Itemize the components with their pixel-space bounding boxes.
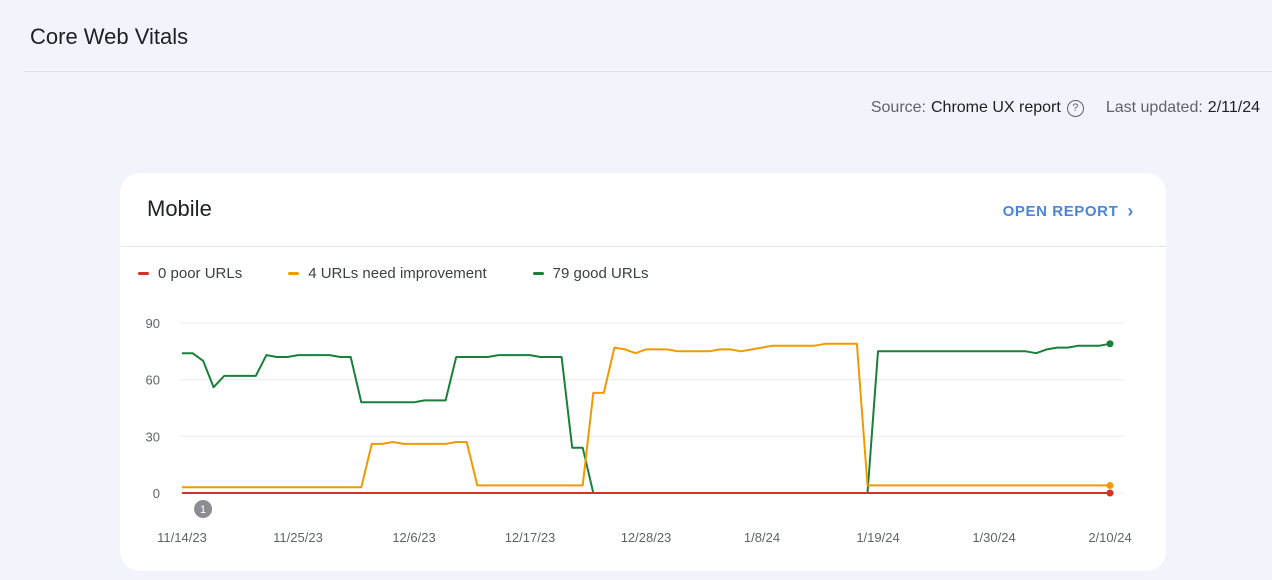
y-tick-label: 0 bbox=[153, 486, 160, 501]
x-tick-label: 11/14/23 bbox=[157, 530, 207, 545]
y-tick-label: 60 bbox=[146, 373, 160, 388]
series-end-point-0 bbox=[1106, 489, 1114, 497]
y-tick-label: 90 bbox=[146, 316, 160, 331]
x-tick-label: 1/8/24 bbox=[744, 530, 780, 545]
x-tick-label: 2/10/24 bbox=[1088, 530, 1131, 545]
report-meta: Source: Chrome UX report ? Last updated:… bbox=[871, 99, 1260, 117]
series-line-1 bbox=[182, 342, 1110, 489]
mobile-card: Mobile OPEN REPORT › 0 poor URLs 4 URLs … bbox=[120, 173, 1166, 571]
title-divider bbox=[24, 71, 1272, 72]
page-title: Core Web Vitals bbox=[30, 24, 189, 49]
line-chart: 030609011/14/23 11/25/23 12/6/23 12/17/23 12… bbox=[146, 316, 1132, 545]
series-end-point-1 bbox=[1106, 481, 1114, 489]
y-tick-label: 30 bbox=[146, 429, 160, 444]
source-label: Source: bbox=[870, 99, 926, 116]
last-updated-value: 2/11/24 bbox=[1207, 99, 1260, 116]
last-updated-label: Last updated: bbox=[1105, 99, 1203, 116]
source-value: Chrome UX report bbox=[931, 99, 1061, 116]
x-tick-label: 1/19/24 bbox=[856, 530, 899, 545]
series-end-point-2 bbox=[1106, 340, 1114, 348]
series-line-2 bbox=[182, 342, 1111, 494]
x-tick-label: 12/17/23 bbox=[505, 530, 556, 545]
x-tick-label: 12/6/23 bbox=[392, 530, 435, 545]
x-tick-label: 12/28/23 bbox=[621, 530, 672, 545]
x-tick-label: 1/30/24 bbox=[972, 530, 1015, 545]
annotation-label: 1 bbox=[200, 504, 206, 516]
x-tick-label: 11/25/23 bbox=[273, 530, 323, 545]
help-icon[interactable]: ? bbox=[1066, 99, 1084, 117]
